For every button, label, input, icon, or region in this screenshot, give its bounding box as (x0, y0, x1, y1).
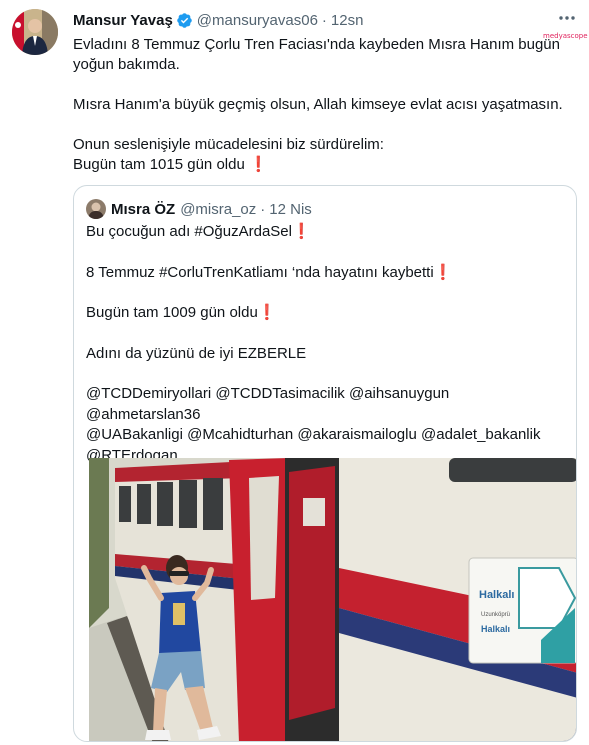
sign-line-2: Uzunköprü (481, 612, 510, 618)
tweet-line: Mısra Hanım'a büyük geçmiş olsun, Allah … (73, 96, 563, 113)
tweet-timestamp[interactable]: 12sn (331, 12, 364, 29)
red-exclamation-icon: ❗ (433, 263, 453, 281)
quoted-tweet[interactable]: Mısra ÖZ @misra_oz · 12 Nis Bu çocuğun a… (73, 185, 577, 742)
quoted-tweet-text: Bu çocuğun adı #OğuzArdaSel❗ 8 Temmuz #C… (86, 222, 566, 466)
tweet-line: yoğun bakımda. (73, 56, 180, 73)
quoted-author-avatar (86, 199, 106, 219)
red-exclamation-icon: ❗ (257, 304, 277, 321)
red-exclamation-icon: ❗ (291, 223, 311, 240)
quoted-line-with-exclamation: 8 Temmuz #CorluTrenKatliamı ‘nda hayatın… (86, 263, 566, 284)
quoted-line: Bu çocuğun adı #OğuzArdaSel (86, 223, 292, 240)
quoted-tweet-photo[interactable]: Halkalı Uzunköprü Halkalı (89, 458, 576, 741)
tweet-line: Bugün tam 1015 gün oldu (73, 156, 245, 173)
quoted-line: 8 Temmuz #CorluTrenKatliamı ‘nda hayatın… (86, 263, 434, 281)
sign-line-1: Halkalı (479, 589, 514, 601)
tweet-line: Onun seslenişiyle mücadelesini biz sürdü… (73, 136, 384, 153)
tweet-line: Evladını 8 Temmuz Çorlu Tren Faciası'nda… (73, 36, 560, 53)
tweet[interactable]: Mansur Yavaş @mansuryavas06 · 12sn medya… (0, 0, 589, 745)
quoted-author-handle[interactable]: @misra_oz (180, 201, 256, 218)
author-name[interactable]: Mansur Yavaş (73, 12, 173, 29)
quoted-line: Bugün tam 1009 gün oldu (86, 304, 258, 321)
quoted-line-with-exclamation: Bu çocuğun adı #OğuzArdaSel❗ (86, 222, 566, 243)
sign-line-3: Halkalı (481, 624, 510, 634)
mention-line[interactable]: @UABakanligi @Mcahidturhan @akaraismailo… (86, 425, 566, 446)
tweet-line-with-exclamation: Bugün tam 1015 gün oldu ❗ (73, 155, 563, 175)
quoted-timestamp[interactable]: 12 Nis (269, 201, 312, 218)
red-exclamation-icon: ❗ (248, 156, 268, 173)
separator-dot: · (260, 200, 266, 218)
quoted-line-with-exclamation: Bugün tam 1009 gün oldu❗ (86, 303, 566, 324)
quoted-line: Adını da yüzünü de iyi EZBERLE (86, 344, 307, 362)
quoted-author-name[interactable]: Mısra ÖZ (111, 201, 175, 218)
mention-line[interactable]: @TCDDemiryollari @TCDDTasimacilik @aihsa… (86, 384, 566, 425)
verified-badge-icon (176, 12, 193, 29)
more-options-icon[interactable] (557, 8, 577, 28)
tweet-header: Mansur Yavaş @mansuryavas06 · 12sn (73, 9, 577, 31)
author-handle[interactable]: @mansuryavas06 (197, 12, 318, 29)
quoted-tweet-header: Mısra ÖZ @misra_oz · 12 Nis (86, 198, 312, 220)
separator-dot: · (321, 11, 327, 29)
tweet-text: Evladını 8 Temmuz Çorlu Tren Faciası'nda… (73, 35, 563, 175)
author-avatar[interactable] (12, 9, 58, 55)
